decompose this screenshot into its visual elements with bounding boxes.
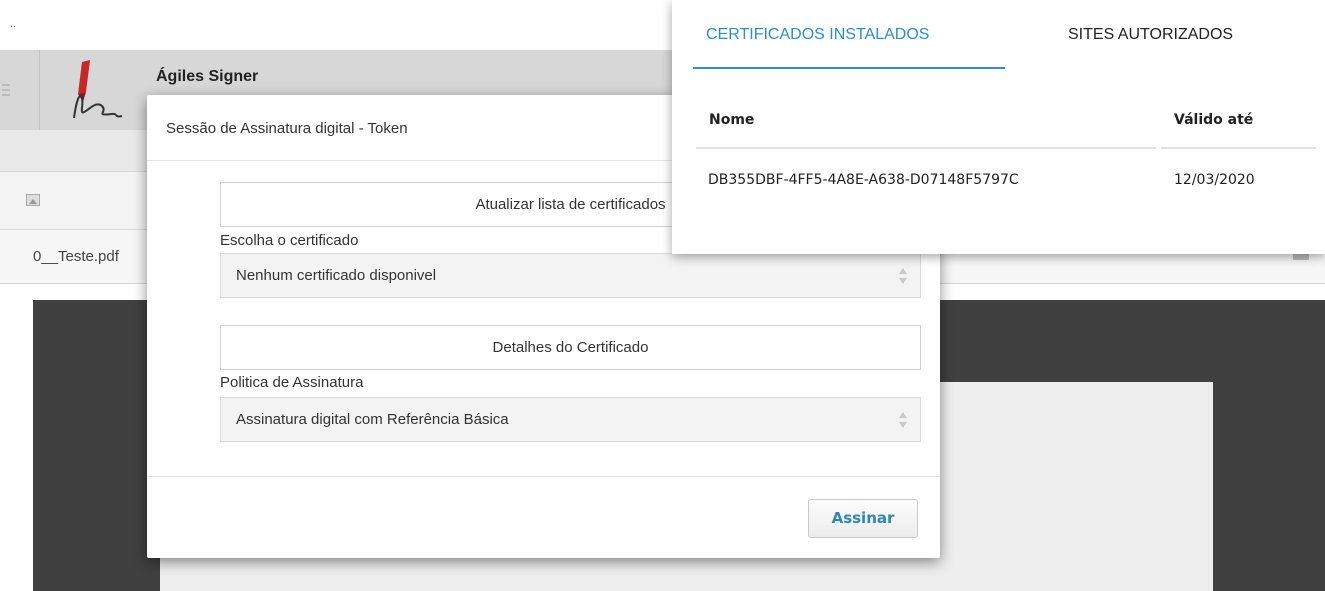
policy-label: Politica de Assinatura xyxy=(220,374,364,391)
pen-signature-logo xyxy=(73,60,123,119)
divider xyxy=(147,476,940,477)
tab-authorized-sites[interactable]: SITES AUTORIZADOS xyxy=(1068,26,1233,44)
app-title: Ágiles Signer xyxy=(156,68,259,85)
hamburger-icon xyxy=(2,84,10,96)
certificate-details-button[interactable]: Detalhes do Certificado xyxy=(220,325,921,370)
certificate-row-valid-until: 12/03/2020 xyxy=(1174,172,1255,188)
dialog-title: Sessão de Assinatura digital - Token xyxy=(166,120,408,137)
sign-button[interactable]: Assinar xyxy=(808,499,918,538)
divider xyxy=(1161,147,1316,149)
certificate-select[interactable]: Nenhum certificado disponivel xyxy=(220,253,921,298)
policy-select-value: Assinatura digital com Referência Básica xyxy=(236,411,509,428)
certificate-row-name[interactable]: DB355DBF-4FF5-4A8E-A638-D07148F5797C xyxy=(708,172,1019,188)
file-name-tab[interactable]: 0__Teste.pdf xyxy=(33,248,119,265)
select-arrows-icon xyxy=(899,412,907,428)
certificate-label: Escolha o certificado xyxy=(220,232,359,249)
certificates-panel: CERTIFICADOS INSTALADOS SITES AUTORIZADO… xyxy=(672,0,1325,254)
column-header-name: Nome xyxy=(709,112,755,128)
active-tab-indicator xyxy=(693,67,1005,69)
certificate-select-value: Nenhum certificado disponivel xyxy=(236,267,437,284)
image-icon[interactable] xyxy=(26,194,40,206)
menu-toggle[interactable] xyxy=(0,50,40,130)
policy-select[interactable]: Assinatura digital com Referência Básica xyxy=(220,397,921,442)
column-header-valid-until: Válido até xyxy=(1174,112,1254,128)
select-arrows-icon xyxy=(899,268,907,284)
tab-installed-certificates[interactable]: CERTIFICADOS INSTALADOS xyxy=(706,26,929,44)
window-marker: .. xyxy=(10,18,17,30)
divider xyxy=(696,147,1156,149)
